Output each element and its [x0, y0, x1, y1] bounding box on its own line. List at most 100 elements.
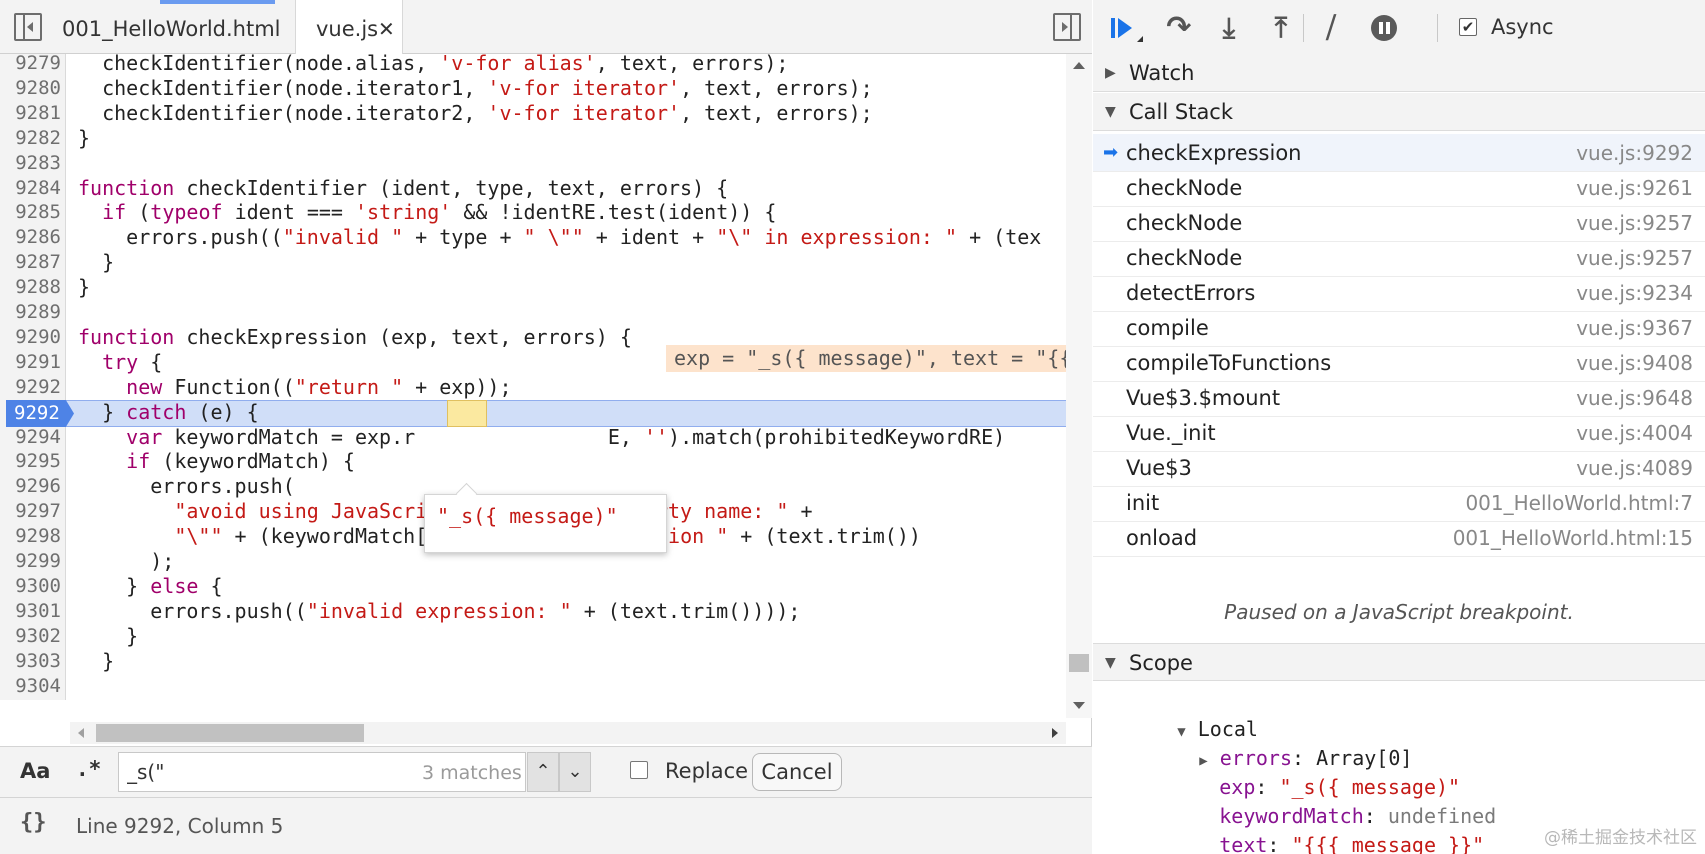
line-number[interactable]: 9289	[0, 299, 66, 326]
call-frame[interactable]: init 001_HelloWorld.html:7	[1093, 484, 1705, 522]
line-number[interactable]: 9283	[0, 149, 66, 177]
step-over-icon[interactable]: ↷	[1161, 10, 1197, 46]
next-match-button[interactable]: ⌄	[559, 752, 591, 792]
frame-location-link[interactable]: vue.js:9257	[1576, 239, 1693, 277]
line-number[interactable]: 9290	[0, 323, 66, 351]
scope-section-header[interactable]: ▼ Scope	[1093, 643, 1705, 681]
resume-execution-button[interactable]	[1107, 10, 1143, 46]
frame-location-link[interactable]: 001_HelloWorld.html:7	[1465, 484, 1693, 522]
call-frame[interactable]: Vue$3 vue.js:4089	[1093, 449, 1705, 487]
cancel-search-button[interactable]: Cancel	[752, 753, 842, 791]
line-number[interactable]: 9286	[0, 224, 66, 252]
line-number[interactable]: 9303	[0, 647, 66, 675]
call-frame[interactable]: Vue._init vue.js:4004	[1093, 414, 1705, 452]
match-case-button[interactable]: Aa	[20, 759, 50, 783]
code-line[interactable]: 9279 checkIdentifier(node.alias, 'v-for …	[0, 54, 1066, 77]
code-line[interactable]: 9292 new Function(("return " + exp));	[0, 373, 1066, 401]
call-frame[interactable]: Vue$3.$mount vue.js:9648	[1093, 379, 1705, 417]
scope-var-row[interactable]: exp: "_s({ message)"	[1147, 742, 1460, 799]
line-number[interactable]: 9300	[0, 572, 66, 600]
code-line[interactable]: 9280 checkIdentifier(node.iterator1, 'v-…	[0, 74, 1066, 102]
code-line[interactable]: 9286 errors.push(("invalid " + type + " …	[0, 224, 1066, 252]
call-stack-section-header[interactable]: ▼ Call Stack	[1093, 93, 1705, 131]
step-out-icon[interactable]: ⤒	[1263, 10, 1299, 46]
horizontal-scroll-thumb[interactable]	[96, 724, 364, 742]
watch-section-header[interactable]: ▶ Watch	[1093, 54, 1705, 92]
frame-location-link[interactable]: vue.js:9292	[1576, 134, 1693, 172]
call-frame[interactable]: ➡ checkExpression vue.js:9292	[1093, 134, 1705, 172]
async-checkbox[interactable]: ✔	[1459, 18, 1477, 36]
line-number[interactable]: 9284	[0, 174, 66, 202]
code-line[interactable]: 9288}	[0, 274, 1066, 302]
call-frame[interactable]: detectErrors vue.js:9234	[1093, 274, 1705, 312]
frame-location-link[interactable]: vue.js:9234	[1576, 274, 1693, 312]
scope-local-row[interactable]: ▼ Local	[1105, 684, 1258, 741]
code-line[interactable]: 9281 checkIdentifier(node.iterator2, 'v-…	[0, 99, 1066, 127]
line-number[interactable]: 9285	[0, 199, 66, 227]
pretty-print-button[interactable]: {}	[20, 810, 47, 835]
code-line[interactable]: 9283	[0, 149, 1066, 177]
breakpoint-marker[interactable]: 9292	[6, 400, 74, 427]
vertical-scrollbar[interactable]	[1066, 54, 1092, 718]
toggle-debugger-icon[interactable]	[1053, 13, 1081, 41]
code-line[interactable]: 9295 if (keywordMatch) {	[0, 448, 1066, 476]
frame-location-link[interactable]: vue.js:4089	[1576, 449, 1693, 487]
line-number[interactable]: 9288	[0, 274, 66, 302]
close-tab-icon[interactable]: ✕	[378, 0, 395, 58]
replace-checkbox[interactable]	[630, 761, 648, 779]
code-line[interactable]: 9301 errors.push(("invalid expression: "…	[0, 597, 1066, 625]
line-number[interactable]: 9304	[0, 672, 66, 700]
scope-var-row[interactable]: ▶ errors: Array[0]	[1127, 713, 1412, 770]
frame-location-link[interactable]: vue.js:9648	[1576, 379, 1693, 417]
code-line[interactable]: 9303 }	[0, 647, 1066, 675]
line-number[interactable]: 9295	[0, 448, 66, 476]
frame-location-link[interactable]: vue.js:4004	[1576, 414, 1693, 452]
code-line[interactable]: 9302 }	[0, 622, 1066, 650]
line-number[interactable]: 9280	[0, 74, 66, 102]
code-line[interactable]: 9294 var keywordMatch = exp.r E, '').mat…	[0, 423, 1066, 451]
scope-var-row[interactable]: keywordMatch: undefined	[1147, 771, 1496, 828]
code-line[interactable]: 9293 } catch (e) {	[0, 398, 1066, 426]
line-number[interactable]: 9281	[0, 99, 66, 127]
line-number[interactable]: 9294	[0, 423, 66, 451]
call-frame[interactable]: checkNode vue.js:9257	[1093, 204, 1705, 242]
scope-var-row[interactable]: text: "{{{ message }}"	[1147, 800, 1484, 854]
call-frame[interactable]: compileToFunctions vue.js:9408	[1093, 344, 1705, 382]
code-line[interactable]: 9287 }	[0, 249, 1066, 277]
code-editor[interactable]: 9279 checkIdentifier(node.alias, 'v-for …	[0, 54, 1066, 718]
regex-button[interactable]: .*	[76, 757, 101, 781]
call-frame[interactable]: onload 001_HelloWorld.html:15	[1093, 519, 1705, 557]
line-number[interactable]: 9279	[0, 54, 66, 77]
frame-location-link[interactable]: vue.js:9261	[1576, 169, 1693, 207]
line-number[interactable]: 9299	[0, 548, 66, 575]
line-number[interactable]: 9297	[0, 498, 66, 526]
scroll-right-arrow-icon[interactable]	[1052, 728, 1058, 738]
line-number[interactable]: 9298	[0, 523, 66, 551]
toggle-navigator-icon[interactable]	[14, 13, 42, 41]
call-frame[interactable]: checkNode vue.js:9257	[1093, 239, 1705, 277]
scroll-down-arrow-icon[interactable]	[1073, 702, 1085, 709]
step-into-icon[interactable]: ⤓	[1211, 10, 1247, 46]
frame-location-link[interactable]: vue.js:9408	[1576, 344, 1693, 382]
code-line[interactable]: 9300 } else {	[0, 572, 1066, 600]
frame-location-link[interactable]: vue.js:9257	[1576, 204, 1693, 242]
scroll-up-arrow-icon[interactable]	[1073, 62, 1085, 69]
vertical-scroll-thumb[interactable]	[1069, 654, 1089, 672]
code-line[interactable]: 9285 if (typeof ident === 'string' && !i…	[0, 199, 1066, 227]
frame-location-link[interactable]: vue.js:9367	[1576, 309, 1693, 347]
call-frame[interactable]: compile vue.js:9367	[1093, 309, 1705, 347]
horizontal-scrollbar[interactable]	[70, 722, 1066, 744]
tab-vue-js[interactable]: vue.js ✕	[295, 0, 403, 55]
tab-helloworld-html[interactable]: 001_HelloWorld.html	[62, 0, 281, 54]
scroll-left-arrow-icon[interactable]	[78, 728, 84, 738]
line-number[interactable]: 9292	[0, 373, 66, 401]
previous-match-button[interactable]: ⌃	[527, 752, 559, 792]
code-line[interactable]: 9289	[0, 299, 1066, 326]
code-line[interactable]: 9282}	[0, 124, 1066, 152]
code-line[interactable]: 9284 function checkIdentifier (ident, typ…	[0, 174, 1066, 202]
line-number[interactable]: 9302	[0, 622, 66, 650]
pause-on-exceptions-icon[interactable]	[1365, 10, 1401, 46]
line-number[interactable]: 9296	[0, 473, 66, 501]
line-number[interactable]: 9282	[0, 124, 66, 152]
deactivate-breakpoints-icon[interactable]: ⧸	[1313, 10, 1349, 46]
